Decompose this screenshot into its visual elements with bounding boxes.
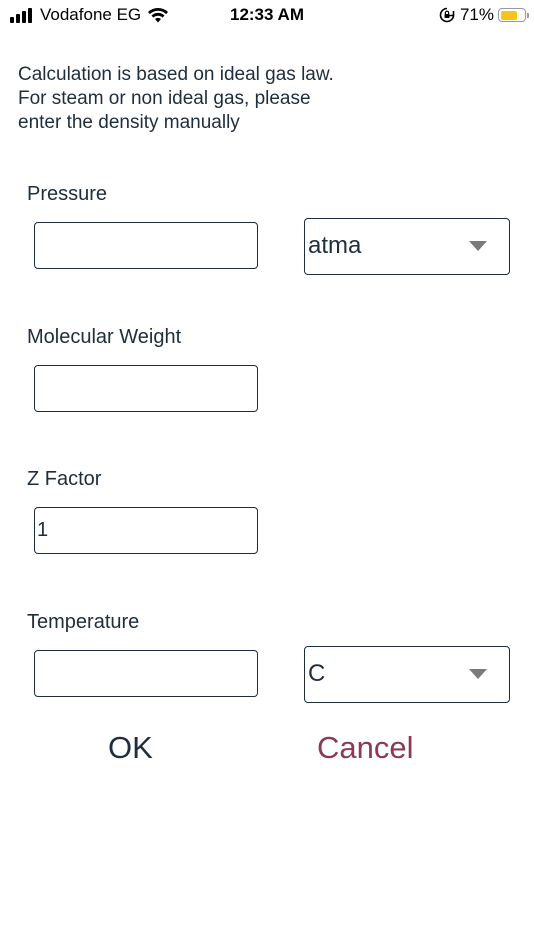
info-line: enter the density manually	[18, 112, 240, 133]
battery-fill	[500, 10, 517, 20]
dropdown-arrow-icon	[469, 241, 487, 251]
pressure-unit-value: atma	[308, 232, 362, 259]
battery-icon	[498, 8, 529, 22]
z-factor-input[interactable]	[34, 507, 258, 554]
dropdown-arrow-icon	[469, 669, 487, 679]
battery-percent: 71%	[459, 5, 494, 24]
molecular-weight-label: Molecular Weight	[27, 326, 182, 348]
info-line: Calculation is based on ideal gas law.	[18, 64, 334, 85]
temperature-label: Temperature	[27, 611, 140, 633]
info-line: For steam or non ideal gas, please	[18, 88, 311, 109]
info-text: Calculation is based on ideal gas law. F…	[18, 63, 518, 135]
temperature-input[interactable]	[34, 650, 258, 697]
status-right: 71%	[439, 5, 529, 25]
z-factor-label: Z Factor	[27, 468, 102, 490]
temperature-unit-value: C	[308, 660, 326, 687]
pressure-label: Pressure	[27, 183, 108, 205]
orientation-lock-icon	[439, 7, 455, 23]
molecular-weight-input[interactable]	[34, 365, 258, 412]
cancel-button[interactable]: Cancel	[317, 730, 414, 766]
pressure-input[interactable]	[34, 222, 258, 269]
temperature-unit-select[interactable]: C	[304, 646, 510, 703]
pressure-unit-select[interactable]: atma	[304, 218, 510, 275]
status-bar: Vodafone EG 12:33 AM 71%	[0, 0, 534, 32]
ok-button[interactable]: OK	[108, 730, 153, 766]
